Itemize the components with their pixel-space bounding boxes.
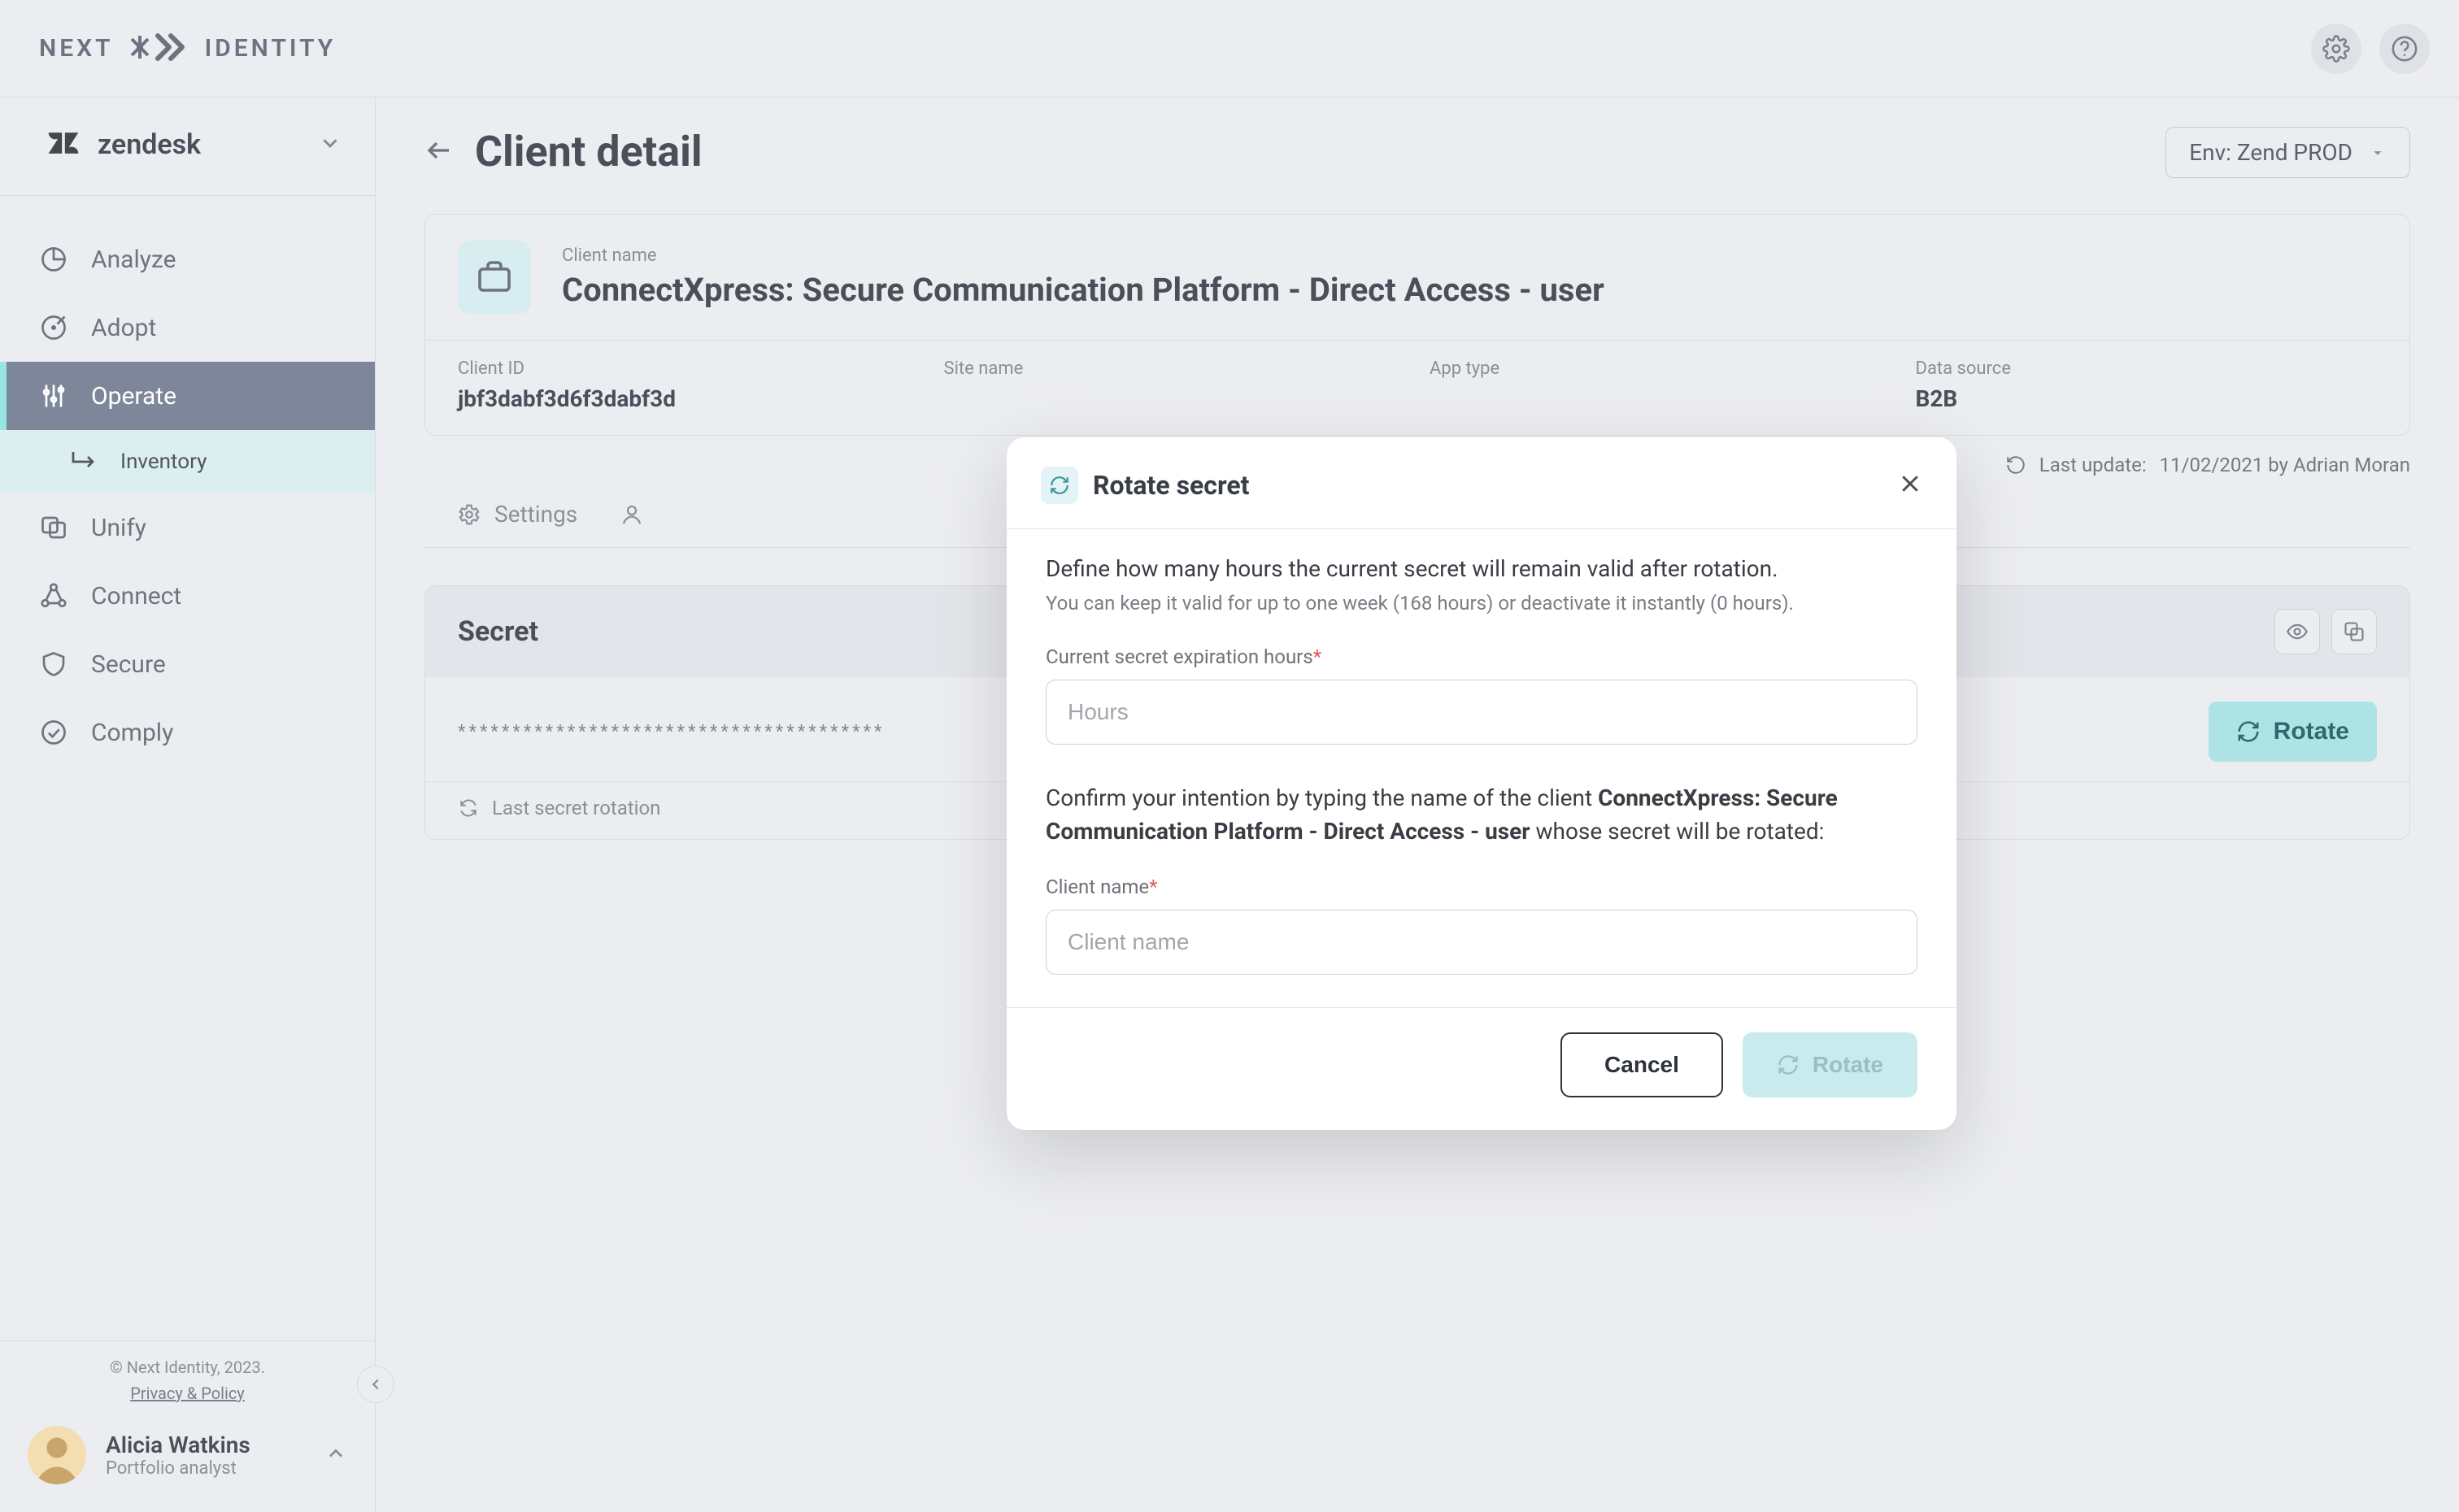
nodes-icon bbox=[39, 581, 68, 610]
reveal-secret-button[interactable] bbox=[2274, 609, 2320, 654]
user-name: Alicia Watkins bbox=[106, 1432, 250, 1458]
brand: NEXT IDENTITY bbox=[39, 31, 336, 67]
client-name-input[interactable] bbox=[1046, 910, 1917, 975]
client-card: Client name ConnectXpress: Secure Commun… bbox=[424, 214, 2410, 436]
chevron-down-icon bbox=[318, 131, 342, 159]
corner-arrow-icon bbox=[68, 447, 98, 476]
brand-left: NEXT bbox=[39, 34, 114, 63]
modal-close-button[interactable] bbox=[1898, 471, 1922, 499]
modal-sub: You can keep it valid for up to one week… bbox=[1046, 592, 1917, 615]
sidebar-item-label: Adopt bbox=[91, 314, 156, 342]
sidebar-item-label: Secure bbox=[91, 650, 166, 679]
sidebar-item-label: Inventory bbox=[120, 450, 207, 474]
sidebar-item-comply[interactable]: Comply bbox=[0, 698, 375, 767]
sidebar-item-label: Analyze bbox=[91, 245, 176, 274]
sidebar-nav: Analyze Adopt Operate Inventory bbox=[0, 196, 375, 1340]
hours-label: Current secret expiration hours* bbox=[1046, 645, 1917, 668]
user-role: Portfolio analyst bbox=[106, 1458, 250, 1479]
main: Client detail Env: Zend PROD Client name… bbox=[376, 98, 2459, 1512]
layers-icon bbox=[39, 513, 68, 542]
chevron-up-icon bbox=[324, 1442, 347, 1469]
sidebar-item-label: Operate bbox=[91, 382, 176, 411]
topbar: NEXT IDENTITY bbox=[0, 0, 2459, 98]
modal-cancel-button[interactable]: Cancel bbox=[1560, 1032, 1723, 1097]
refresh-small-icon bbox=[458, 797, 479, 819]
sidebar-footer: © Next Identity, 2023. Privacy & Policy … bbox=[0, 1340, 375, 1512]
tenant-switcher[interactable]: zendesk bbox=[0, 98, 375, 196]
sidebar-item-label: Comply bbox=[91, 719, 173, 747]
tab-hidden-1[interactable] bbox=[620, 501, 644, 547]
client-name: ConnectXpress: Secure Communication Plat… bbox=[562, 271, 1604, 309]
sidebar-item-analyze[interactable]: Analyze bbox=[0, 225, 375, 293]
close-icon bbox=[1898, 471, 1922, 496]
gear-icon bbox=[457, 502, 481, 527]
data-source-field: Data source B2B bbox=[1916, 358, 2378, 412]
sidebar-item-unify[interactable]: Unify bbox=[0, 493, 375, 562]
sidebar-subitem-inventory[interactable]: Inventory bbox=[0, 430, 375, 493]
caret-down-icon bbox=[2369, 144, 2387, 162]
modal-lead: Define how many hours the current secret… bbox=[1046, 555, 1917, 582]
modal-rotate-label: Rotate bbox=[1813, 1052, 1883, 1078]
app-type-field: App type bbox=[1430, 358, 1891, 412]
check-circle-icon bbox=[39, 718, 68, 747]
briefcase-icon bbox=[458, 241, 531, 314]
sidebar: zendesk Analyze Adopt bbox=[0, 98, 376, 1512]
env-selector[interactable]: Env: Zend PROD bbox=[2165, 127, 2410, 178]
secret-title: Secret bbox=[458, 615, 538, 648]
brand-chevrons-icon bbox=[128, 31, 190, 67]
last-rotation-label: Last secret rotation bbox=[492, 797, 660, 819]
titlebar: Client detail bbox=[424, 127, 2410, 176]
tab-label: Settings bbox=[494, 501, 577, 528]
help-icon-button[interactable] bbox=[2379, 24, 2430, 74]
brand-right: IDENTITY bbox=[205, 34, 337, 63]
avatar bbox=[28, 1426, 86, 1484]
copy-secret-button[interactable] bbox=[2331, 609, 2377, 654]
user-icon bbox=[620, 502, 644, 527]
history-icon bbox=[2005, 454, 2026, 476]
site-name-field: Site name bbox=[944, 358, 1406, 412]
tab-settings[interactable]: Settings bbox=[457, 501, 577, 547]
eye-icon bbox=[2286, 620, 2309, 643]
sliders-icon bbox=[39, 381, 68, 411]
client-name-label: Client name bbox=[562, 245, 1604, 266]
modal-rotate-button[interactable]: Rotate bbox=[1743, 1032, 1917, 1097]
back-button[interactable] bbox=[424, 136, 454, 168]
modal-confirm-text: Confirm your intention by typing the nam… bbox=[1046, 782, 1917, 848]
client-name-label: Client name* bbox=[1046, 875, 1917, 898]
sidebar-item-label: Connect bbox=[91, 582, 181, 610]
hours-input[interactable] bbox=[1046, 680, 1917, 745]
user-menu[interactable]: Alicia Watkins Portfolio analyst bbox=[0, 1403, 375, 1512]
env-label: Env: Zend PROD bbox=[2189, 139, 2352, 166]
pie-chart-icon bbox=[39, 245, 68, 274]
last-update-label: Last update: bbox=[2039, 454, 2147, 476]
settings-icon-button[interactable] bbox=[2311, 24, 2361, 74]
rotate-secret-modal: Rotate secret Define how many hours the … bbox=[1007, 437, 1956, 1130]
target-icon bbox=[39, 313, 68, 342]
rotate-icon bbox=[1041, 467, 1078, 504]
sidebar-item-connect[interactable]: Connect bbox=[0, 562, 375, 630]
rotate-icon bbox=[2236, 719, 2261, 744]
copy-icon bbox=[2343, 620, 2365, 643]
page-title: Client detail bbox=[475, 127, 703, 176]
privacy-link[interactable]: Privacy & Policy bbox=[130, 1384, 245, 1403]
sidebar-item-label: Unify bbox=[91, 514, 146, 542]
zendesk-logo-icon bbox=[46, 125, 81, 164]
sidebar-item-secure[interactable]: Secure bbox=[0, 630, 375, 698]
topbar-actions bbox=[2311, 24, 2430, 74]
copyright: © Next Identity, 2023. bbox=[0, 1358, 375, 1377]
rotate-icon bbox=[1777, 1054, 1800, 1076]
sidebar-item-operate[interactable]: Operate bbox=[0, 362, 375, 430]
tenant-name: zendesk bbox=[98, 128, 201, 161]
shield-icon bbox=[39, 650, 68, 679]
client-id-field: Client ID jbf3dabf3d6f3dabf3d bbox=[458, 358, 920, 412]
modal-title: Rotate secret bbox=[1093, 470, 1250, 501]
last-update-value: 11/02/2021 by Adrian Moran bbox=[2160, 454, 2410, 476]
sidebar-item-adopt[interactable]: Adopt bbox=[0, 293, 375, 362]
rotate-label: Rotate bbox=[2274, 718, 2349, 745]
secret-masked: *************************************** bbox=[458, 722, 886, 742]
rotate-secret-button[interactable]: Rotate bbox=[2209, 702, 2377, 762]
